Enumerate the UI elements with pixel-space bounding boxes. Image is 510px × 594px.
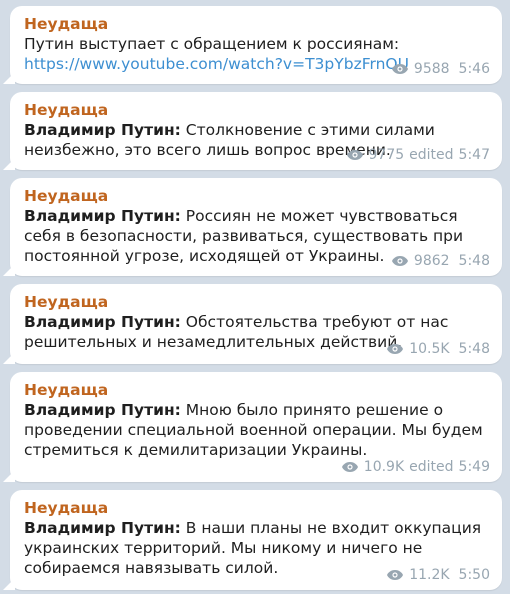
message-meta: 9862 5:48 [391, 253, 490, 269]
message-time: 5:47 [458, 147, 490, 163]
channel-feed: Неудаща Путин выступает с обращением к р… [0, 0, 510, 594]
message-time: 5:48 [458, 253, 490, 269]
message-meta: 9775 edited 5:47 [346, 147, 490, 163]
sender-name[interactable]: Неудаща [24, 14, 488, 34]
sender-name[interactable]: Неудаща [24, 380, 488, 400]
speaker-name: Владимир Путин: [24, 519, 181, 537]
message-time: 5:50 [458, 567, 490, 583]
view-count: 10.5K [409, 341, 450, 357]
message-time: 5:48 [458, 341, 490, 357]
eye-icon [341, 461, 359, 473]
message-time: 5:46 [458, 61, 490, 77]
message-text: Владимир Путин: Мною было принято решени… [24, 400, 488, 460]
view-count: 10.9K [363, 459, 405, 475]
message-meta: 10.5K 5:48 [386, 341, 490, 357]
sender-name[interactable]: Неудаща [24, 186, 488, 206]
message-bubble[interactable]: Неудаща Владимир Путин: Столкновение с э… [10, 92, 502, 170]
edited-label: edited [409, 459, 454, 475]
message-bubble[interactable]: Неудаща Путин выступает с обращением к р… [10, 6, 502, 84]
message-bubble[interactable]: Неудаща Владимир Путин: Россиян не может… [10, 178, 502, 276]
sender-name[interactable]: Неудаща [24, 100, 488, 120]
eye-icon [346, 149, 364, 161]
sender-name[interactable]: Неудаща [24, 292, 488, 312]
view-count: 9775 [368, 147, 405, 163]
view-count: 9862 [413, 253, 450, 269]
message-bubble[interactable]: Неудаща Владимир Путин: В наши планы не … [10, 490, 502, 590]
eye-icon [386, 569, 404, 581]
speaker-name: Владимир Путин: [24, 401, 181, 419]
speaker-name: Владимир Путин: [24, 207, 181, 225]
message-meta: 9588 5:46 [391, 61, 490, 77]
message-bubble[interactable]: Неудаща Владимир Путин: Обстоятельства т… [10, 284, 502, 364]
youtube-link[interactable]: https://www.youtube.com/watch?v=T3pYbzFr… [24, 55, 409, 73]
view-count: 9588 [413, 61, 450, 77]
sender-name[interactable]: Неудаща [24, 498, 488, 518]
eye-icon [391, 255, 409, 267]
message-meta: 11.2K 5:50 [386, 567, 490, 583]
message-time: 5:49 [458, 459, 490, 475]
view-count: 11.2K [409, 567, 450, 583]
speaker-name: Владимир Путин: [24, 313, 181, 331]
message-body: Путин выступает с обращением к россиянам… [24, 35, 400, 53]
eye-icon [386, 343, 404, 355]
eye-icon [391, 63, 409, 75]
speaker-name: Владимир Путин: [24, 121, 181, 139]
edited-label: edited [409, 147, 454, 163]
message-meta: 10.9K edited 5:49 [341, 459, 490, 475]
message-bubble[interactable]: Неудаща Владимир Путин: Мною было принят… [10, 372, 502, 482]
